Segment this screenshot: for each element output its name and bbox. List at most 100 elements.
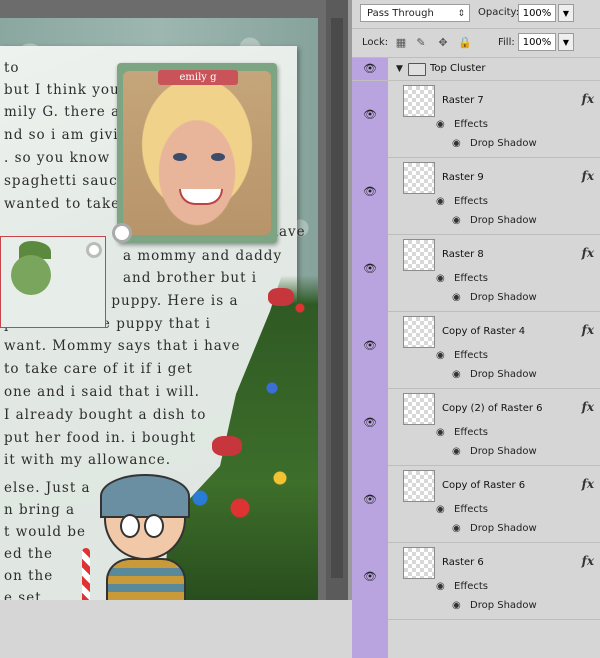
- drop-shadow-label[interactable]: Drop Shadow: [470, 138, 537, 149]
- fill-slider-button[interactable]: ▼: [558, 33, 574, 51]
- layer-name: Raster 9: [442, 172, 484, 183]
- layer-thumbnail: [403, 393, 435, 425]
- opacity-input[interactable]: 100%: [518, 4, 556, 22]
- layer-thumbnail: [403, 239, 435, 271]
- eye-icon[interactable]: ◉: [436, 273, 445, 284]
- group-name: Top Cluster: [430, 63, 486, 74]
- eye-icon[interactable]: 👁: [361, 109, 379, 121]
- opacity-slider-button[interactable]: ▼: [558, 4, 574, 22]
- layer-thumbnail: [403, 470, 435, 502]
- eye-icon[interactable]: ◉: [436, 119, 445, 130]
- eye-icon[interactable]: ◉: [436, 581, 445, 592]
- fx-icon[interactable]: fx: [582, 246, 594, 260]
- eye-icon[interactable]: ◉: [452, 215, 461, 226]
- eye-icon[interactable]: 👁: [361, 571, 379, 583]
- fx-icon[interactable]: fx: [582, 400, 594, 414]
- layer-thumbnail: [403, 85, 435, 117]
- journal-text-line: to take care of it if i get: [4, 361, 193, 377]
- blend-mode-dropdown[interactable]: Pass Through ⇕: [360, 4, 470, 22]
- eye-icon[interactable]: ◉: [436, 427, 445, 438]
- layer-name: Raster 7: [442, 95, 484, 106]
- drop-shadow-label[interactable]: Drop Shadow: [470, 600, 537, 611]
- eye-icon[interactable]: ◉: [436, 350, 445, 361]
- layer-row[interactable]: Raster 8 fx ◉ Effects ◉ Drop Shadow: [388, 235, 600, 312]
- canvas-scrollbar[interactable]: [326, 0, 348, 600]
- layers-list: 👁 ▼ Top Cluster 👁 Raster 7 fx ◉ Effects ◉ Drop…: [352, 58, 600, 658]
- eye-icon[interactable]: ◉: [436, 504, 445, 515]
- fx-icon[interactable]: fx: [582, 169, 594, 183]
- effects-label: Effects: [454, 273, 488, 284]
- layers-panel: Pass Through ⇕ Opacity: 100% ▼ Lock: ▦ ✎…: [348, 0, 600, 658]
- lock-paint-icon[interactable]: ✎: [414, 36, 428, 50]
- candy-cane: [82, 548, 90, 600]
- lock-move-icon[interactable]: ✥: [436, 36, 450, 50]
- eye-icon[interactable]: 👁: [361, 494, 379, 506]
- effects-label: Effects: [454, 196, 488, 207]
- layer-row[interactable]: Copy of Raster 4 fx ◉ Effects ◉ Drop Shadow: [388, 312, 600, 389]
- layer-row[interactable]: Raster 6 fx ◉ Effects ◉ Drop Shadow: [388, 543, 600, 620]
- journal-text-line: t would be: [4, 524, 86, 540]
- collapse-arrow-icon[interactable]: ▼: [396, 64, 403, 74]
- scrapbook-page: to but I think you mily G. there are nd so …: [0, 18, 318, 600]
- journal-text-line: ed the: [4, 546, 54, 562]
- drop-shadow-label[interactable]: Drop Shadow: [470, 292, 537, 303]
- layer-name: Copy (2) of Raster 6: [442, 403, 543, 414]
- journal-text-line: else. Just a: [4, 480, 91, 496]
- lock-all-icon[interactable]: 🔒: [458, 36, 472, 50]
- fx-icon[interactable]: fx: [582, 554, 594, 568]
- eye-icon[interactable]: 👁: [361, 186, 379, 198]
- eye-icon[interactable]: ◉: [452, 600, 461, 611]
- eye-icon[interactable]: ◉: [452, 369, 461, 380]
- girl-photo: [123, 71, 271, 235]
- layer-name: Raster 8: [442, 249, 484, 260]
- effects-label: Effects: [454, 504, 488, 515]
- blend-mode-value: Pass Through: [367, 8, 434, 19]
- journal-text-line: one and i said that i will.: [4, 384, 200, 400]
- journal-text-line: it with my allowance.: [4, 452, 171, 468]
- fx-icon[interactable]: fx: [582, 323, 594, 337]
- visibility-column: [352, 58, 388, 658]
- photo-name-tag: emily g: [158, 70, 238, 85]
- journal-text-line: put her food in. i bought: [4, 430, 197, 446]
- journal-text-line: a mommy and daddy: [123, 248, 283, 264]
- eye-icon[interactable]: 👁: [361, 263, 379, 275]
- fill-label: Fill:: [498, 37, 515, 48]
- lock-label: Lock:: [362, 37, 389, 48]
- dropdown-arrow-icon: ⇕: [457, 9, 465, 19]
- layer-row[interactable]: Raster 7 fx ◉ Effects ◉ Drop Shadow: [388, 81, 600, 158]
- fx-icon[interactable]: fx: [582, 92, 594, 106]
- eye-icon[interactable]: 👁: [361, 63, 379, 75]
- layer-thumbnail: [403, 162, 435, 194]
- opacity-label: Opacity:: [478, 7, 520, 18]
- photo-frame: [117, 63, 277, 243]
- layer-row[interactable]: Copy (2) of Raster 6 fx ◉ Effects ◉ Drop Shad…: [388, 389, 600, 466]
- blend-options-bar: Pass Through ⇕ Opacity: 100% ▼: [352, 0, 600, 29]
- journal-text-line: wanted to take a: [4, 196, 135, 212]
- red-bow: [268, 288, 294, 306]
- drop-shadow-label[interactable]: Drop Shadow: [470, 215, 537, 226]
- eye-icon[interactable]: ◉: [436, 196, 445, 207]
- drop-shadow-label[interactable]: Drop Shadow: [470, 523, 537, 534]
- eye-icon[interactable]: ◉: [452, 138, 461, 149]
- button-embellishment: [112, 223, 132, 243]
- journal-text-line: but I think you: [4, 82, 120, 98]
- eye-icon[interactable]: 👁: [361, 417, 379, 429]
- eye-icon[interactable]: ◉: [452, 292, 461, 303]
- eye-icon[interactable]: 👁: [361, 340, 379, 352]
- effects-label: Effects: [454, 350, 488, 361]
- effects-label: Effects: [454, 581, 488, 592]
- fill-input[interactable]: 100%: [518, 33, 556, 51]
- layer-row[interactable]: Copy of Raster 6 fx ◉ Effects ◉ Drop Shadow: [388, 466, 600, 543]
- scrollbar-track[interactable]: [331, 18, 343, 578]
- drop-shadow-label[interactable]: Drop Shadow: [470, 446, 537, 457]
- document-canvas[interactable]: to but I think you mily G. there are nd so …: [0, 0, 348, 600]
- lock-transparent-icon[interactable]: ▦: [394, 36, 408, 50]
- eye-icon[interactable]: ◉: [452, 446, 461, 457]
- layer-row[interactable]: Raster 9 fx ◉ Effects ◉ Drop Shadow: [388, 158, 600, 235]
- dropdown-arrow-icon: ▼: [562, 38, 570, 47]
- effects-label: Effects: [454, 119, 488, 130]
- eye-icon[interactable]: ◉: [452, 523, 461, 534]
- drop-shadow-label[interactable]: Drop Shadow: [470, 369, 537, 380]
- layer-group-row[interactable]: 👁 ▼ Top Cluster: [352, 58, 600, 81]
- fx-icon[interactable]: fx: [582, 477, 594, 491]
